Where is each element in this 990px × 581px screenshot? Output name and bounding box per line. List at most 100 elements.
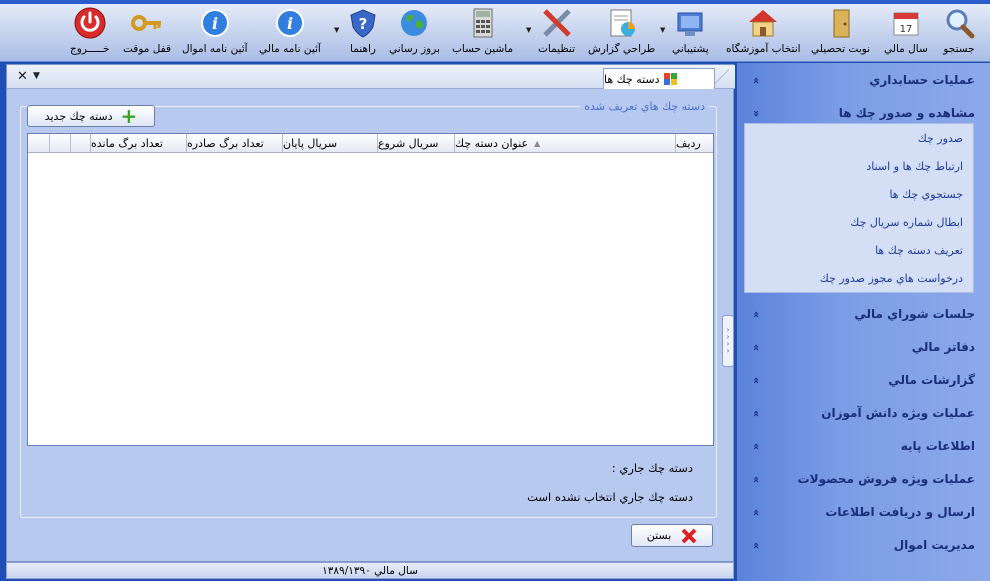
- panel-splitter-handle[interactable]: › › › ›: [722, 315, 734, 367]
- nav-section-base-info[interactable]: اطلاعات پايه »: [745, 431, 983, 461]
- tab-menu-chevron-icon[interactable]: ▼: [33, 71, 40, 81]
- chevron-down-icon: »: [750, 343, 764, 351]
- globe-icon: [397, 6, 431, 40]
- column-header-issued-leaves[interactable]: تعداد برگ صادره: [186, 134, 282, 153]
- column-header-blank[interactable]: [70, 134, 90, 153]
- toolbar-exit-button[interactable]: خـــــروج: [70, 6, 110, 60]
- toolbar-label: بروز رساني: [389, 43, 440, 55]
- calculator-icon: [466, 6, 500, 40]
- nav-section-students[interactable]: عمليات ويژه دانش آموزان »: [745, 398, 983, 428]
- toolbar-lock-button[interactable]: قفل موقت: [123, 6, 171, 60]
- button-label: دسته چك جديد: [44, 109, 113, 123]
- title-strip: [0, 0, 990, 4]
- nav-section-council[interactable]: جلسات شوراي مالي »: [745, 299, 983, 329]
- search-icon: [942, 6, 976, 40]
- nav-section-product-sales[interactable]: عمليات ويژه فروش محصولات »: [745, 464, 983, 494]
- column-header-serial-start[interactable]: سريال شروع: [377, 134, 454, 153]
- toolbar-calculator-button[interactable]: ماشين حساب: [452, 6, 513, 60]
- dropdown-arrow-icon[interactable]: ▼: [526, 26, 531, 34]
- nav-section-data-exchange[interactable]: ارسال و دريافت اطلاعات »: [745, 497, 983, 527]
- toolbar-support-button[interactable]: پشتيباني: [672, 6, 709, 60]
- dropdown-arrow-icon[interactable]: ▼: [660, 26, 665, 34]
- group-title: دسته چك هاي تعريف شده: [580, 100, 709, 113]
- grid-header: رديف ▲ عنوان دسته چك سريال شروع سريال پا…: [28, 134, 713, 153]
- navigation-panel: عمليات حسابداري » مشاهده و صدور چك ها « …: [737, 63, 990, 581]
- chevron-down-icon: »: [750, 541, 764, 549]
- chevron-up-icon: «: [750, 109, 764, 117]
- toolbar-shift-button[interactable]: نوبت تحصيلي: [811, 6, 870, 60]
- svg-text:17: 17: [900, 24, 913, 35]
- nav-item-define-batches[interactable]: تعريف دسته چك ها: [875, 244, 963, 257]
- svg-text:i: i: [287, 14, 293, 33]
- toolbar-label: پشتيباني: [672, 43, 709, 55]
- toolbar-report-design-button[interactable]: طراحي گزارش: [588, 6, 655, 60]
- plus-icon: +: [120, 104, 138, 128]
- toolbar-help-button[interactable]: ? راهنما: [346, 6, 380, 60]
- close-icon[interactable]: ✕: [17, 69, 28, 84]
- column-header-title[interactable]: ▲ عنوان دسته چك: [454, 134, 675, 153]
- nav-item-issue-permits[interactable]: درخواست هاي مجوز صدور چك: [820, 272, 963, 285]
- toolbar-financial-regulations-button[interactable]: i آئين نامه مالي: [259, 6, 321, 60]
- column-header-row[interactable]: رديف: [675, 134, 713, 153]
- toolbar-label: خـــــروج: [70, 43, 110, 55]
- toolbar-label: سال مالي: [884, 43, 928, 55]
- chevron-down-icon: »: [750, 409, 764, 417]
- toolbar-search-button[interactable]: جستجو: [942, 6, 976, 60]
- column-header-blank[interactable]: [28, 134, 49, 153]
- info-icon: i: [198, 6, 232, 40]
- status-bar: سال مالي ۱۳۸۹/۱۳۹۰: [6, 562, 734, 579]
- key-icon: [130, 6, 164, 40]
- column-header-blank[interactable]: [49, 134, 70, 153]
- support-computer-icon: [673, 6, 707, 40]
- column-header-remaining-leaves[interactable]: تعداد برگ مانده: [90, 134, 186, 153]
- nav-item-search-checks[interactable]: جستجوي چك ها: [889, 188, 963, 201]
- chevron-down-icon: »: [750, 442, 764, 450]
- nav-section-reports[interactable]: گزارشات مالي »: [745, 365, 983, 395]
- toolbar-label: طراحي گزارش: [588, 43, 656, 55]
- nav-item-checks-documents[interactable]: ارتباط چك ها و اسناد: [866, 160, 963, 173]
- chevron-down-icon: »: [750, 508, 764, 516]
- toolbar-label: انتخاب آموزشگاه: [726, 43, 801, 55]
- toolbar-label: تنظيمات: [538, 43, 576, 55]
- chevron-down-icon: »: [750, 376, 764, 384]
- toolbar-settings-button[interactable]: تنظيمات: [538, 6, 575, 60]
- column-header-serial-end[interactable]: سريال پايان: [282, 134, 377, 153]
- nav-sub-menu-checks: صدور چك ارتباط چك ها و اسناد جستجوي چك ه…: [744, 123, 974, 293]
- chevron-down-icon: »: [750, 76, 764, 84]
- toolbar-label: راهنما: [350, 43, 376, 55]
- toolbar-label: جستجو: [943, 43, 975, 55]
- school-house-icon: [746, 6, 780, 40]
- toolbar-fiscal-year-button[interactable]: 17 سال مالي: [884, 6, 928, 60]
- svg-text:?: ?: [359, 15, 368, 33]
- sort-ascending-icon: ▲: [534, 139, 541, 148]
- toolbar-property-regulations-button[interactable]: i آئين نامه اموال: [182, 6, 248, 60]
- chevron-down-icon: »: [750, 475, 764, 483]
- toolbar-label: نوبت تحصيلي: [811, 43, 871, 55]
- nav-section-accounting[interactable]: عمليات حسابداري »: [745, 65, 983, 95]
- current-batch-value: دسته چك جاري انتخاب نشده است: [527, 490, 693, 504]
- door-icon: [824, 6, 858, 40]
- svg-text:i: i: [212, 14, 218, 33]
- dropdown-arrow-icon[interactable]: ▼: [334, 26, 339, 34]
- main-toolbar: جستجو 17 سال مالي نوبت تحصيلي انتخاب آمو…: [0, 0, 990, 62]
- calendar-icon: 17: [889, 6, 923, 40]
- nav-item-issue-check[interactable]: صدور چك: [918, 132, 963, 145]
- nav-section-ledgers[interactable]: دفاتر مالي »: [745, 332, 983, 362]
- new-check-batch-button[interactable]: + دسته چك جديد: [27, 105, 155, 127]
- check-batches-grid[interactable]: رديف ▲ عنوان دسته چك سريال شروع سريال پا…: [27, 133, 714, 446]
- tab-check-batches[interactable]: دسته چك ها: [603, 68, 715, 89]
- main-panel: ✕ ▼ دسته چك ها دسته چك هاي تعريف شده + د…: [6, 64, 735, 562]
- info-icon: i: [273, 6, 307, 40]
- tools-icon: [540, 6, 574, 40]
- document-tab-bar: ✕ ▼ دسته چك ها: [7, 65, 735, 89]
- toolbar-select-school-button[interactable]: انتخاب آموزشگاه: [726, 6, 801, 60]
- nav-item-void-serial[interactable]: ابطال شماره سريال چك: [850, 216, 963, 229]
- toolbar-label: آئين نامه مالي: [259, 43, 321, 55]
- nav-section-assets[interactable]: مديريت اموال »: [745, 530, 983, 560]
- window-icon: [663, 73, 677, 85]
- close-button[interactable]: بستن: [631, 524, 713, 547]
- fiscal-year-status: سال مالي ۱۳۸۹/۱۳۹۰: [322, 564, 418, 577]
- toolbar-update-button[interactable]: بروز رساني: [389, 6, 440, 60]
- power-icon: [73, 6, 107, 40]
- close-x-icon: [681, 528, 697, 543]
